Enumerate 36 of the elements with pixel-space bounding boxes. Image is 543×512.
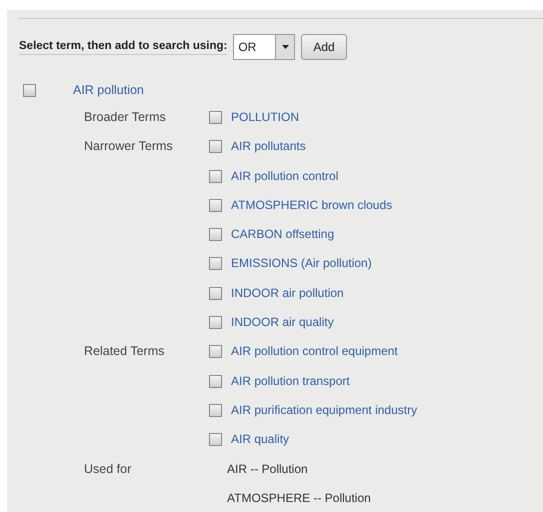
section-label: Used for	[83, 460, 132, 478]
checkbox[interactable]	[209, 140, 222, 154]
checkbox[interactable]	[209, 374, 222, 388]
checkbox[interactable]	[23, 84, 36, 96]
term-link[interactable]: EMISSIONS (Air pollution)	[231, 256, 372, 270]
caret-icon	[282, 45, 289, 49]
checkbox[interactable]	[209, 433, 222, 446]
term-link[interactable]: AIR pollution control	[231, 168, 338, 183]
term-link[interactable]: INDOOR air quality	[231, 315, 334, 330]
checkbox[interactable]	[209, 316, 222, 330]
term-link[interactable]: AIR quality	[231, 432, 290, 446]
term-link[interactable]: AIR pollution transport	[231, 374, 350, 388]
used-for-text: ATMOSPHERE -- Pollution	[227, 490, 371, 505]
term-link[interactable]: ATMOSPHERIC brown clouds	[231, 198, 392, 212]
term-link[interactable]: AIR pollution	[73, 83, 144, 97]
section-label: Related Terms	[83, 343, 166, 360]
term-link[interactable]: AIR pollutants	[231, 139, 306, 154]
checkbox[interactable]	[209, 257, 222, 270]
checkbox[interactable]	[209, 286, 222, 300]
term-link[interactable]: INDOOR air pollution	[231, 286, 344, 300]
section-label: Broader Terms	[83, 109, 167, 126]
checkbox[interactable]	[209, 111, 222, 124]
add-button[interactable]: Add	[301, 34, 347, 60]
checkbox[interactable]	[209, 345, 222, 358]
used-for-text: AIR -- Pollution	[227, 462, 308, 476]
section-label: Narrower Terms	[83, 138, 174, 156]
term-link[interactable]: AIR purification equipment industry	[231, 402, 418, 417]
checkbox[interactable]	[209, 198, 222, 212]
operator-dropdown[interactable]: OR	[233, 34, 296, 60]
checkbox[interactable]	[209, 228, 222, 242]
term-link[interactable]: POLLUTION	[231, 110, 300, 124]
term-link[interactable]: CARBON offsetting	[231, 227, 334, 242]
toolbar-label: Select term, then add to search using:	[19, 40, 228, 54]
checkbox[interactable]	[209, 170, 222, 183]
checkbox[interactable]	[209, 404, 222, 417]
term-link[interactable]: AIR pollution control equipment	[231, 344, 398, 358]
